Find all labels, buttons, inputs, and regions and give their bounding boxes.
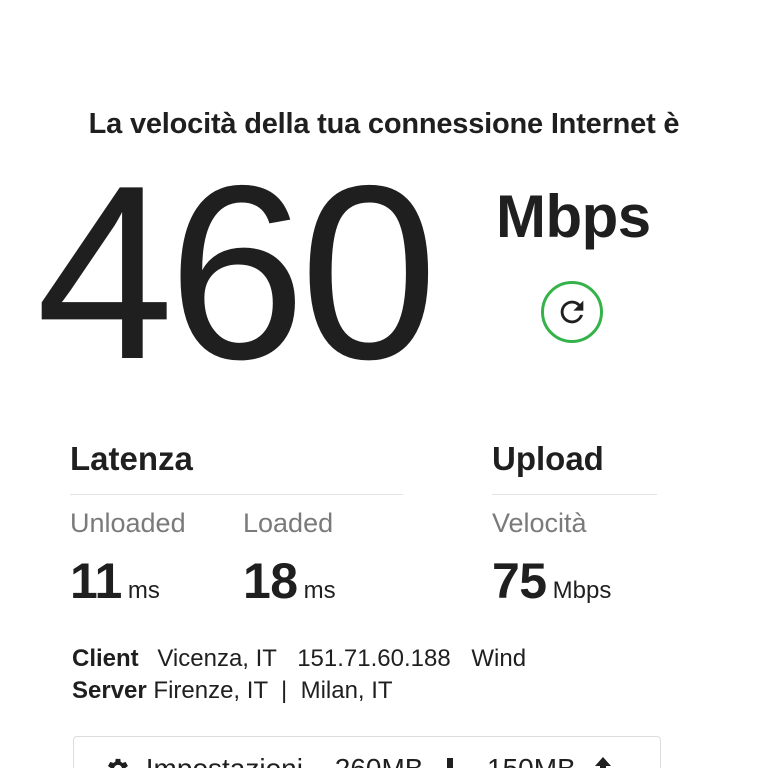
- upload-speed-unit: Mbps: [552, 577, 612, 604]
- upload-title: Upload: [492, 440, 604, 477]
- loaded-latency: 18 ms: [243, 552, 336, 610]
- settings-label: Impostazioni: [146, 753, 303, 768]
- unloaded-label: Unloaded: [70, 508, 186, 538]
- upload-size: 150MB: [487, 753, 576, 768]
- upload-arrow-icon: [594, 756, 611, 768]
- upload-divider: [492, 494, 657, 495]
- latency-divider: [70, 494, 403, 495]
- download-arrow-icon: [442, 757, 459, 768]
- client-location: Vicenza, IT: [157, 645, 277, 672]
- client-ip: 151.71.60.188: [297, 645, 451, 672]
- latency-title: Latenza: [70, 440, 193, 477]
- upload-speed-value: 75: [492, 553, 547, 609]
- server-info: Server Firenze, IT | Milan, IT: [72, 677, 393, 705]
- refresh-icon: [560, 300, 584, 324]
- loaded-latency-value: 18: [243, 553, 298, 609]
- download-speed-value: 460: [36, 133, 438, 411]
- loaded-latency-unit: ms: [303, 577, 336, 604]
- loaded-label: Loaded: [243, 508, 334, 538]
- client-info: Client Vicenza, IT 151.71.60.188 Wind: [72, 645, 526, 673]
- unloaded-latency-value: 11: [70, 553, 122, 609]
- refresh-button[interactable]: [541, 281, 603, 343]
- client-label: Client: [72, 645, 139, 672]
- speedtest-page: La velocità della tua connessione Intern…: [0, 0, 768, 768]
- download-speed-unit: Mbps: [496, 183, 651, 250]
- unloaded-latency-unit: ms: [127, 577, 160, 604]
- server-locations: Firenze, IT | Milan, IT: [153, 677, 393, 704]
- upload-speed: 75 Mbps: [492, 552, 611, 610]
- server-label: Server: [72, 677, 147, 704]
- download-size: 260MB: [335, 753, 424, 768]
- upload-speed-label: Velocità: [492, 508, 587, 538]
- settings-button[interactable]: Impostazioni 260MB 150MB: [73, 736, 661, 768]
- gear-icon: [107, 758, 128, 768]
- unloaded-latency: 11 ms: [70, 552, 160, 610]
- client-isp: Wind: [471, 645, 527, 672]
